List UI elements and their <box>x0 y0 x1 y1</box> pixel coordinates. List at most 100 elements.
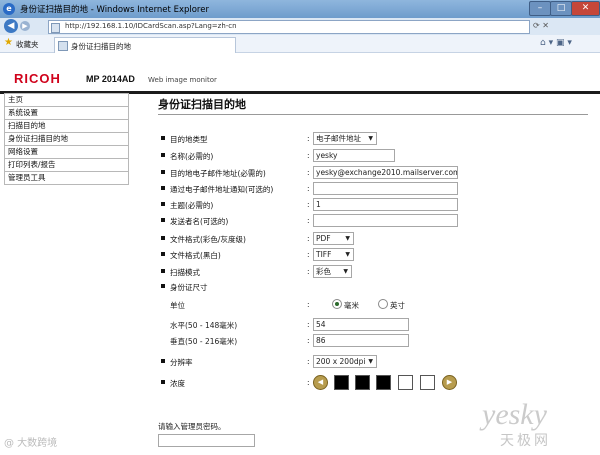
sidebar-item-network-settings[interactable]: 网络设置 <box>4 146 129 159</box>
resolution-select[interactable]: 200 x 200dpi ▼ <box>313 355 377 368</box>
name-row: 名称(必需的) : yesky <box>158 149 598 163</box>
subject-row: 主题(必需的) : 1 <box>158 198 598 212</box>
density-level-2[interactable] <box>355 375 370 390</box>
colon: : <box>307 200 310 209</box>
watermark-left: @ 大数跨境 <box>4 438 58 449</box>
email-label: 目的地电子邮件地址(必需的) <box>170 169 266 178</box>
bullet <box>161 284 165 288</box>
density-decrease-button[interactable]: ◀ <box>313 375 328 390</box>
scan-mode-select[interactable]: 彩色 ▼ <box>313 265 352 278</box>
colon: : <box>307 250 310 259</box>
admin-password-input[interactable] <box>158 434 255 447</box>
density-level-5[interactable] <box>420 375 435 390</box>
notify-input[interactable] <box>313 182 458 195</box>
sidebar-item-home[interactable]: 主页 <box>4 93 129 107</box>
density-label: 浓度 <box>170 379 185 388</box>
watermark-yesky: yesky <box>482 398 547 431</box>
favorites-button[interactable]: 收藏夹 <box>16 39 39 50</box>
density-level-1[interactable] <box>334 375 349 390</box>
name-input[interactable]: yesky <box>313 149 395 162</box>
id-size-row: 身份证尺寸 <box>158 280 598 294</box>
density-level-4[interactable] <box>398 375 413 390</box>
format-color-row: 文件格式(彩色/灰度级) : PDF ▼ <box>158 232 598 246</box>
favorites-bar: ★ 收藏夹 身份证扫描目的地 ⌂ ▾ ▣ ▾ <box>0 35 600 53</box>
sidebar-item-id-card-scan-destination[interactable]: 身份证扫描目的地 <box>4 133 129 146</box>
watermark-yesky-cn: 天极网 <box>500 433 551 449</box>
subject-input[interactable]: 1 <box>313 198 458 211</box>
colon: : <box>307 300 310 309</box>
address-input[interactable]: http://192.168.1.10/IDCardScan.asp?Lang=… <box>48 20 530 34</box>
colon: : <box>307 378 310 387</box>
bullet <box>161 380 165 384</box>
horizontal-row: 水平(50 - 148毫米) : 54 <box>158 318 598 332</box>
sidebar-item-scan-destination[interactable]: 扫描目的地 <box>4 120 129 133</box>
density-level-3[interactable] <box>376 375 391 390</box>
colon: : <box>307 357 310 366</box>
star-icon[interactable]: ★ <box>4 37 13 48</box>
format-bw-row: 文件格式(黑白) : TIFF ▼ <box>158 248 598 262</box>
name-label: 名称(必需的) <box>170 152 214 161</box>
forward-arrow-icon[interactable]: ▶ <box>20 21 30 31</box>
unit-inch-radio[interactable] <box>378 299 388 309</box>
command-bar-icons[interactable]: ⌂ ▾ ▣ ▾ <box>540 38 572 48</box>
notify-label: 通过电子邮件地址通知(可选的) <box>170 185 274 194</box>
notify-row: 通过电子邮件地址通知(可选的) : <box>158 182 598 196</box>
colon: : <box>307 134 310 143</box>
chevron-down-icon: ▼ <box>368 358 373 365</box>
chevron-down-icon: ▼ <box>343 268 348 275</box>
dest-type-row: 目的地类型 : 电子邮件地址 ▼ <box>158 132 598 146</box>
refresh-stop-icons[interactable]: ⟳ ✕ <box>533 21 549 30</box>
vertical-input[interactable]: 86 <box>313 334 409 347</box>
address-bar-row: ◀ ▶ http://192.168.1.10/IDCardScan.asp?L… <box>0 18 600 35</box>
bullet <box>161 170 165 174</box>
ie-icon: e <box>3 3 15 15</box>
bullet <box>161 186 165 190</box>
density-row: 浓度 : ◀ ▶ <box>158 374 598 392</box>
horizontal-label: 水平(50 - 148毫米) <box>170 321 238 330</box>
ricoh-logo: RICOH <box>14 71 61 86</box>
colon: : <box>307 320 310 329</box>
back-arrow-icon[interactable]: ◀ <box>4 19 18 33</box>
unit-inch-label: 英寸 <box>390 301 405 310</box>
tab-label: 身份证扫描目的地 <box>71 42 131 51</box>
maximize-button[interactable]: □ <box>550 1 572 16</box>
format-color-select[interactable]: PDF ▼ <box>313 232 354 245</box>
vertical-label: 垂直(50 - 216毫米) <box>170 337 238 346</box>
web-page: RICOH MP 2014AD Web image monitor 主页 系统设… <box>0 53 600 455</box>
sender-label: 发送者名(可选的) <box>170 217 229 226</box>
email-input[interactable]: yesky@exchange2010.mailserver.com <box>313 166 458 179</box>
colon: : <box>307 336 310 345</box>
minimize-button[interactable]: – <box>529 1 551 16</box>
unit-row: 单位 : 毫米 英寸 <box>158 298 598 312</box>
title-divider <box>158 114 588 115</box>
sidebar-item-system-settings[interactable]: 系统设置 <box>4 107 129 120</box>
page-title: 身份证扫描目的地 <box>158 98 246 111</box>
bullet <box>161 236 165 240</box>
close-button[interactable]: ✕ <box>571 1 600 16</box>
admin-password-label: 请输入管理员密码。 <box>158 422 226 431</box>
browser-tab[interactable]: 身份证扫描目的地 <box>54 37 236 53</box>
model-name: MP 2014AD <box>86 74 135 84</box>
chevron-down-icon: ▼ <box>368 135 373 142</box>
colon: : <box>307 267 310 276</box>
sender-row: 发送者名(可选的) : <box>158 214 598 228</box>
scan-mode-row: 扫描模式 : 彩色 ▼ <box>158 265 598 279</box>
format-bw-select[interactable]: TIFF ▼ <box>313 248 354 261</box>
format-color-label: 文件格式(彩色/灰度级) <box>170 235 246 244</box>
colon: : <box>307 234 310 243</box>
brand-header: RICOH MP 2014AD Web image monitor <box>0 53 600 94</box>
bullet <box>161 202 165 206</box>
brand-subtitle: Web image monitor <box>148 76 217 84</box>
page-icon <box>51 23 60 33</box>
horizontal-input[interactable]: 54 <box>313 318 409 331</box>
sidebar-item-print-lists[interactable]: 打印列表/报告 <box>4 159 129 172</box>
sidebar-menu: 主页 系统设置 扫描目的地 身份证扫描目的地 网络设置 打印列表/报告 管理员工… <box>4 93 129 185</box>
email-row: 目的地电子邮件地址(必需的) : yesky@exchange2010.mail… <box>158 166 598 180</box>
sidebar-item-admin-tools[interactable]: 管理员工具 <box>4 172 129 185</box>
sender-input[interactable] <box>313 214 458 227</box>
bullet <box>161 269 165 273</box>
unit-mm-radio[interactable] <box>332 299 342 309</box>
chevron-down-icon: ▼ <box>345 235 350 242</box>
density-increase-button[interactable]: ▶ <box>442 375 457 390</box>
dest-type-select[interactable]: 电子邮件地址 ▼ <box>313 132 377 145</box>
